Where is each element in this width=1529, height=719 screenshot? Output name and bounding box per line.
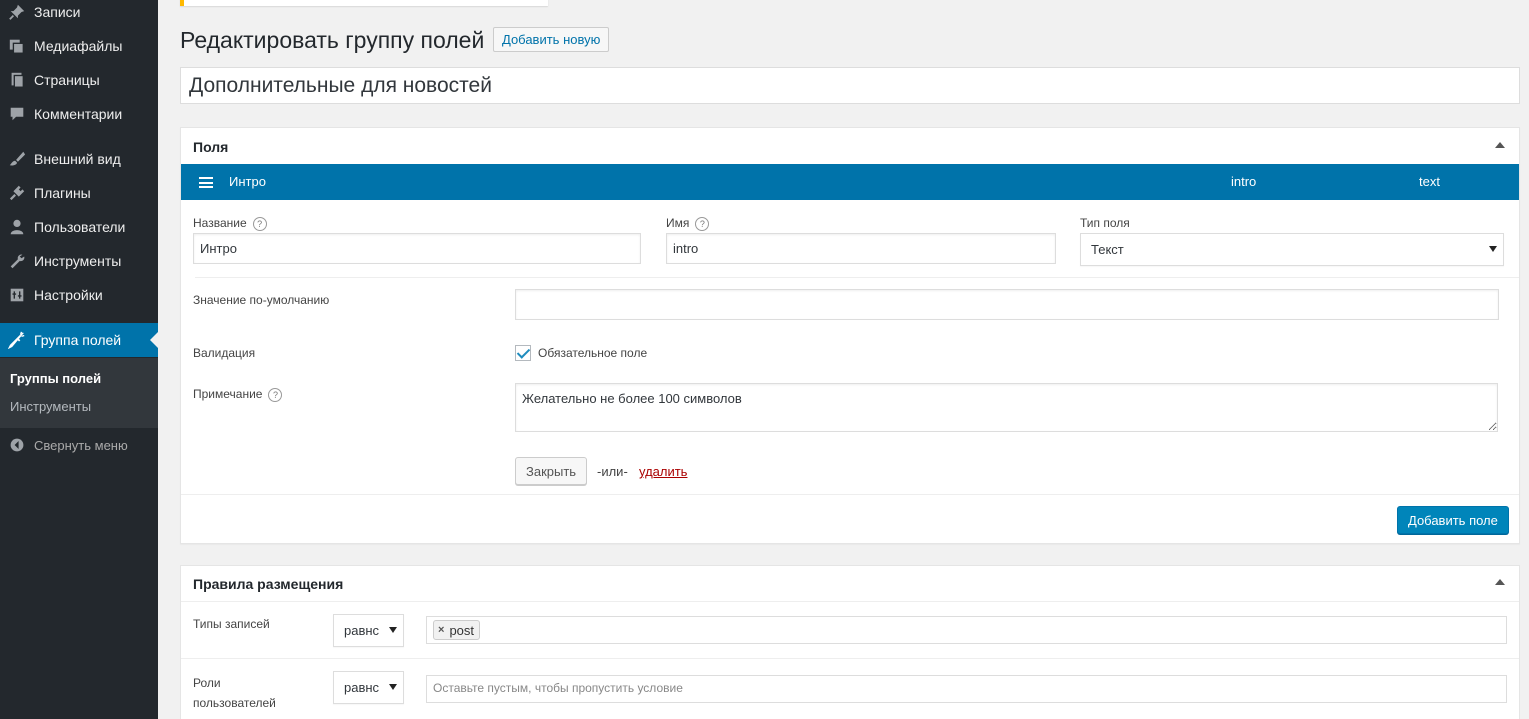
divider [181, 494, 1519, 495]
sidebar-item-label: Пользователи [34, 219, 126, 235]
collapse-toggle-icon[interactable] [1495, 142, 1505, 148]
required-checkbox[interactable] [515, 345, 531, 361]
token-label: post [449, 622, 475, 638]
sidebar-item-comments[interactable]: Комментарии [0, 97, 158, 131]
help-icon[interactable]: ? [252, 216, 267, 231]
admin-notice [180, 0, 548, 6]
help-icon[interactable]: ? [268, 387, 283, 402]
collapse-menu-label: Свернуть меню [34, 437, 128, 453]
pages-icon [0, 71, 34, 89]
label-field-label-text: Название [193, 216, 247, 230]
chevron-down-icon [389, 627, 397, 633]
rule-label-post-types: Типы записей [193, 617, 270, 631]
sidebar-item-media[interactable]: Медиафайлы [0, 29, 158, 63]
sidebar-item-plugins[interactable]: Плагины [0, 176, 158, 210]
pin-icon [0, 3, 34, 21]
sidebar-item-pages[interactable]: Страницы [0, 63, 158, 97]
sidebar-item-posts[interactable]: Записи [0, 0, 158, 29]
rule-operator-value: равнс [344, 680, 380, 695]
name-field-label-text: Имя [666, 216, 690, 230]
rule-operator-value: равнс [344, 623, 380, 638]
field-row-type: text [1419, 174, 1440, 189]
sidebar-item-label: Группа полей [34, 332, 122, 348]
chevron-down-icon [1489, 246, 1497, 252]
value-token: × post [433, 620, 481, 640]
type-field-label: Тип поля [1080, 216, 1130, 230]
sidebar-item-label: Медиафайлы [34, 38, 123, 54]
note-label-text: Примечание [193, 387, 263, 401]
media-icon [0, 37, 34, 55]
group-title-input[interactable] [180, 67, 1520, 104]
rule-label-user-roles: Роли пользователей [193, 676, 276, 710]
default-value-input[interactable] [515, 289, 1499, 320]
rule-operator-select[interactable]: равнс [333, 614, 404, 647]
note-label: Примечание? [193, 387, 283, 402]
sidebar-item-label: Страницы [34, 72, 100, 88]
close-field-button[interactable]: Закрыть [515, 457, 588, 485]
drag-handle-icon[interactable] [199, 177, 213, 188]
label-field-label: Название? [193, 216, 267, 231]
sidebar-item-label: Внешний вид [34, 151, 121, 167]
fields-box-title: Поля [193, 139, 229, 155]
add-field-button[interactable]: Добавить поле [1397, 506, 1509, 534]
field-name-input[interactable] [666, 233, 1056, 264]
sidebar-item-users[interactable]: Пользователи [0, 210, 158, 244]
location-rules-postbox: Правила размещения Типы записей равнс × … [180, 565, 1520, 719]
chevron-down-icon [389, 684, 397, 690]
help-icon[interactable]: ? [695, 216, 710, 231]
field-label-input[interactable] [193, 233, 641, 264]
sidebar-item-label: Настройки [34, 287, 103, 303]
sidebar-item-label: Записи [34, 4, 81, 20]
divider [181, 601, 1519, 602]
validation-label: Валидация [193, 346, 256, 360]
field-row-label[interactable]: Интро [229, 174, 266, 189]
rule-operator-select[interactable]: равнс [333, 671, 404, 704]
sidebar-item-label: Плагины [34, 185, 91, 201]
plugin-icon [0, 184, 34, 202]
field-row-name: intro [1231, 174, 1257, 189]
collapse-toggle-icon[interactable] [1495, 579, 1505, 585]
collapse-arrow-icon [0, 437, 34, 453]
submenu-item-tools[interactable]: Инструменты [10, 399, 91, 414]
field-type-value: Текст [1091, 242, 1124, 257]
carrot-icon [0, 331, 34, 349]
sidebar-item-label: Комментарии [34, 106, 123, 122]
collapse-menu-button[interactable]: Свернуть меню [0, 432, 158, 458]
add-new-button[interactable]: Добавить новую [493, 27, 610, 52]
default-value-label: Значение по-умолчанию [193, 293, 330, 307]
sidebar-item-field-groups[interactable]: Группа полей [0, 323, 158, 357]
required-checkbox-label[interactable]: Обязательное поле [538, 346, 647, 360]
or-text: -или- [597, 464, 628, 479]
rule-values-placeholder: Оставьте пустым, чтобы пропустить услови… [433, 681, 683, 695]
field-type-select[interactable]: Текст [1080, 233, 1504, 266]
admin-sidebar: Записи Медиафайлы Страницы Комментарии В… [0, 0, 158, 719]
settings-icon [0, 286, 34, 304]
fields-postbox: Поля Интро intro text Название? Имя? Тип… [180, 127, 1520, 544]
submenu-item-field-groups[interactable]: Группы полей [10, 371, 101, 386]
note-textarea[interactable]: Желательно не более 100 символов [515, 383, 1498, 432]
sidebar-item-appearance[interactable]: Внешний вид [0, 142, 158, 176]
delete-field-link[interactable]: удалить [639, 464, 687, 479]
sidebar-item-label: Инструменты [34, 253, 122, 269]
sidebar-item-tools[interactable]: Инструменты [0, 244, 158, 278]
page-title: Редактировать группу полей [180, 27, 485, 53]
field-row[interactable]: Интро intro text [181, 164, 1519, 200]
remove-token-icon[interactable]: × [438, 624, 444, 636]
location-box-title: Правила размещения [193, 576, 344, 592]
comment-icon [0, 105, 34, 123]
sidebar-item-settings[interactable]: Настройки [0, 278, 158, 312]
rule-values-input[interactable]: Оставьте пустым, чтобы пропустить услови… [426, 675, 1507, 703]
wrench-icon [0, 252, 34, 270]
sidebar-submenu: Группы полей Инструменты [0, 358, 158, 428]
brush-icon [0, 150, 34, 168]
user-icon [0, 218, 34, 236]
name-field-label: Имя? [666, 216, 710, 231]
divider [181, 658, 1519, 659]
divider [195, 277, 1519, 278]
rule-values-input[interactable]: × post [426, 616, 1507, 644]
